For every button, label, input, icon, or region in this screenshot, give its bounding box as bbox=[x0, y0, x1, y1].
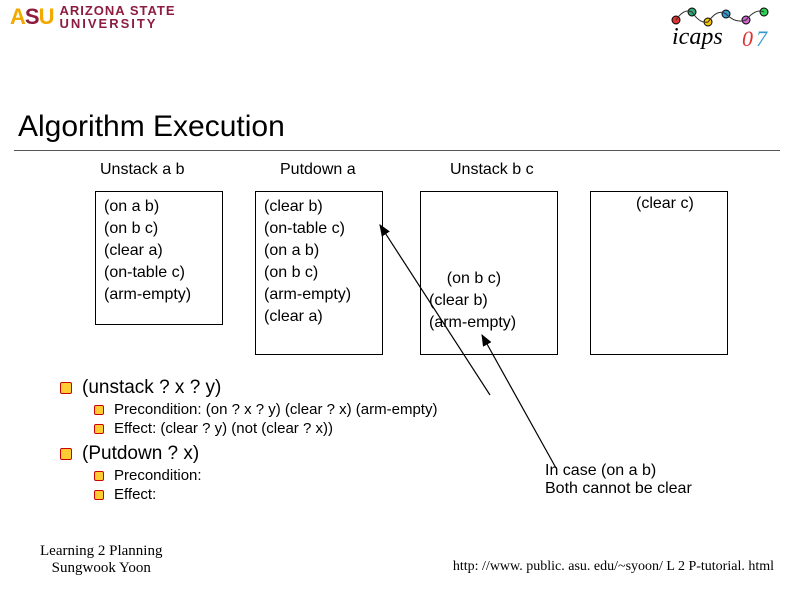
putdown-head: (Putdown ? x) bbox=[82, 443, 199, 465]
state-box-2: (clear b) (on-table c) (on a b) (on b c)… bbox=[255, 191, 383, 355]
putdown-pre-label: Precondition: bbox=[114, 467, 202, 484]
unstack-pre-label: Precondition: bbox=[114, 401, 206, 418]
unstack-head: (unstack ? x ? y) bbox=[82, 377, 221, 399]
asu-logo: ASU ARIZONA STATE UNIVERSITY bbox=[10, 4, 176, 30]
asu-mark-icon: ASU bbox=[10, 6, 53, 28]
state-box-4 bbox=[590, 191, 728, 355]
unstack-eff-label: Effect: bbox=[114, 420, 160, 437]
state-4-text: (clear c) bbox=[636, 195, 694, 213]
svg-text:7: 7 bbox=[756, 26, 768, 51]
asu-text-line2: UNIVERSITY bbox=[59, 17, 175, 30]
svg-text:0: 0 bbox=[742, 26, 753, 51]
op-label-2: Putdown a bbox=[280, 161, 356, 179]
putdown-eff-label: Effect: bbox=[114, 486, 156, 503]
state-box-3: (on b c) (clear b) (arm-empty) bbox=[420, 191, 558, 355]
state-3-text: (on b c) (clear b) (arm-empty) bbox=[429, 270, 516, 331]
bullet-icon bbox=[94, 490, 104, 500]
op-label-3: Unstack b c bbox=[450, 161, 534, 179]
state-box-1: (on a b) (on b c) (clear a) (on-table c)… bbox=[95, 191, 223, 325]
unstack-eff: (clear ? y) (not (clear ? x)) bbox=[160, 420, 333, 437]
bullet-icon bbox=[94, 424, 104, 434]
bullet-icon bbox=[94, 471, 104, 481]
side-note: In case (on a b) Both cannot be clear bbox=[545, 462, 692, 498]
bullet-unstack-eff: Effect: (clear ? y) (not (clear ? x)) bbox=[94, 420, 794, 437]
footer-url: http: //www. public. asu. edu/~syoon/ L … bbox=[453, 559, 774, 575]
slide-title: Algorithm Execution bbox=[18, 110, 794, 144]
icaps07-logo: icaps 0 7 bbox=[664, 2, 784, 52]
footer-left: Learning 2 Planning Sungwook Yoon bbox=[40, 543, 162, 577]
footer-left-line2: Sungwook Yoon bbox=[40, 560, 162, 577]
slide-header: ASU ARIZONA STATE UNIVERSITY icaps 0 7 bbox=[0, 0, 794, 60]
bullet-unstack: (unstack ? x ? y) bbox=[60, 377, 794, 399]
bullet-icon bbox=[60, 382, 72, 394]
op-label-1: Unstack a b bbox=[100, 161, 184, 179]
svg-text:icaps: icaps bbox=[672, 24, 723, 50]
footer-left-line1: Learning 2 Planning bbox=[40, 543, 162, 560]
bullet-icon bbox=[94, 405, 104, 415]
bullet-icon bbox=[60, 448, 72, 460]
bullet-unstack-pre: Precondition: (on ? x ? y) (clear ? x) (… bbox=[94, 401, 794, 418]
unstack-pre: (on ? x ? y) (clear ? x) (arm-empty) bbox=[206, 401, 438, 418]
title-divider bbox=[14, 150, 780, 151]
